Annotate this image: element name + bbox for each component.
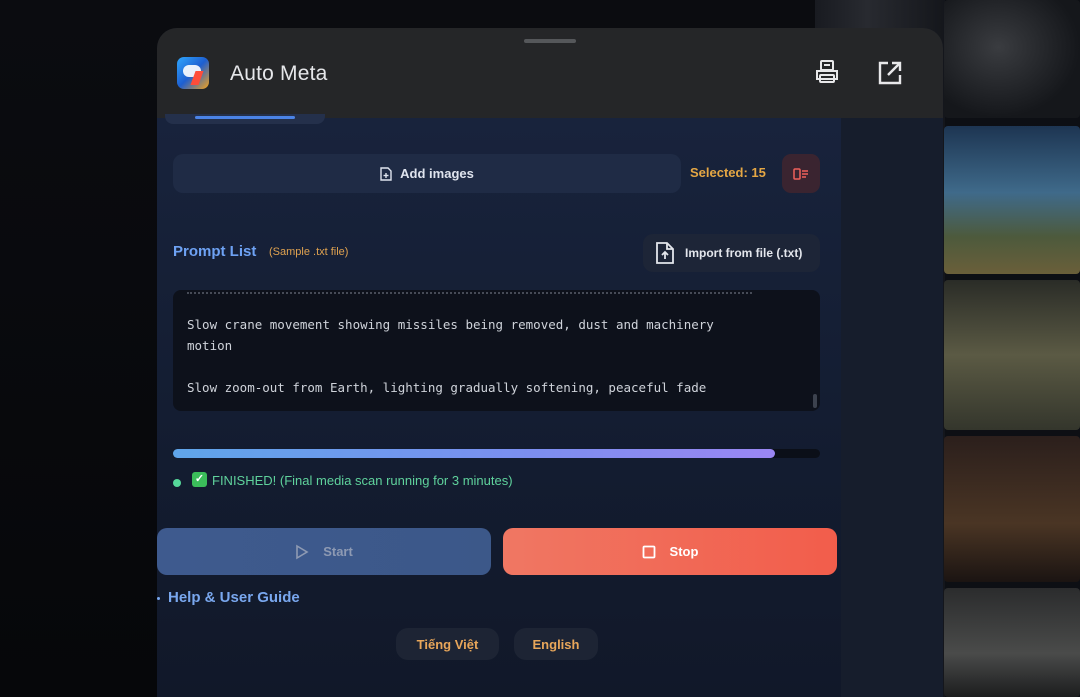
sample-file-link[interactable]: (Sample .txt file) [269,246,348,258]
side-gutter [841,118,943,697]
printer-button[interactable] [812,58,842,88]
prompt-line: Slow crane movement showing missiles bei… [187,317,714,332]
background-thumbnail [944,0,1080,118]
selected-count: Selected: 15 [690,165,766,180]
app-logo-icon [177,57,209,89]
start-button[interactable]: Start [157,528,491,575]
background-thumbnail [944,126,1080,274]
help-guide-link[interactable]: Help & User Guide [168,589,300,606]
progress-bar [173,449,820,458]
tab-indicator [165,114,325,124]
textarea-scrollbar[interactable] [813,394,817,408]
prompt-list-title: Prompt List [173,243,257,260]
background-thumbnail [944,588,1080,697]
stop-label: Stop [669,544,699,559]
file-plus-icon [380,166,392,181]
status-indicator [173,479,181,487]
add-images-button[interactable]: Add images [173,154,681,193]
prompt-line: motion [187,338,233,353]
external-link-icon [878,61,902,85]
app-title: Auto Meta [230,62,328,85]
main-panel: Add images Selected: 15 Prompt List (Sam… [157,114,841,697]
popout-button[interactable] [875,58,905,88]
clipped-line [187,290,752,294]
import-file-button[interactable]: Import from file (.txt) [643,234,820,272]
language-vietnamese-button[interactable]: Tiếng Việt [396,628,499,660]
status-text: FINISHED! (Final media scan running for … [212,473,513,488]
prompt-line: Slow zoom-out from Earth, lighting gradu… [187,380,707,395]
start-label: Start [323,544,353,559]
file-upload-icon [656,242,674,264]
prompt-textarea[interactable]: Slow crane movement showing missiles bei… [173,290,820,411]
clear-images-button[interactable] [782,154,820,193]
import-file-label: Import from file (.txt) [685,246,803,260]
play-icon [296,544,309,559]
progress-fill [173,449,775,458]
stop-button[interactable]: Stop [503,528,837,575]
checkmark-icon: ✓ [192,472,207,487]
drag-handle[interactable] [524,39,576,43]
printer-icon [816,60,838,83]
title-bar: Auto Meta [157,28,943,118]
background-thumbnail [944,436,1080,582]
add-images-label: Add images [400,166,474,181]
language-english-button[interactable]: English [514,628,598,660]
help-bullet [157,597,160,600]
auto-meta-window: Auto Meta Add images Selected: 15 Prompt… [157,28,943,697]
background-thumbnail [944,280,1080,430]
clear-list-icon [793,167,808,180]
stop-icon [642,545,655,558]
